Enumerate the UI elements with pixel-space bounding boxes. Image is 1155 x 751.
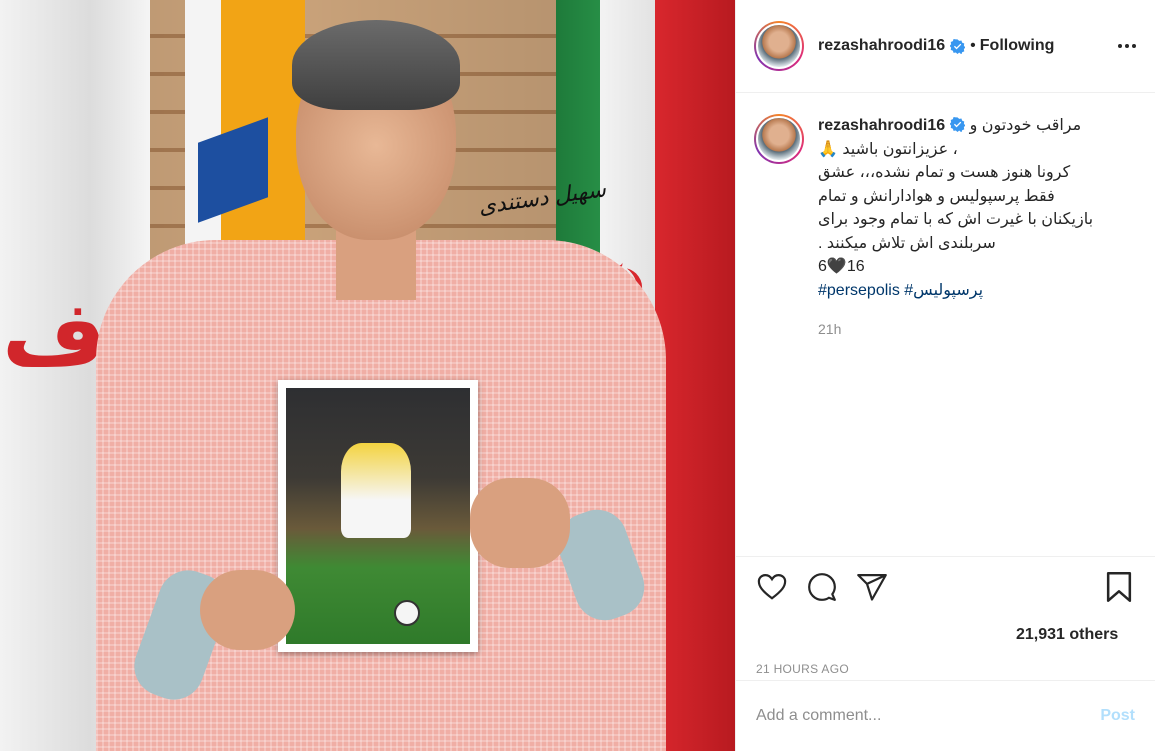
caption: rezashahroodi16 مراقب خودتون و 🙏 عزیزانت… (754, 114, 1137, 342)
caption-hashtags[interactable]: #persepolis #پرسپولیس (818, 279, 1093, 303)
caption-relative-time[interactable]: 21h (818, 318, 1093, 342)
held-football-photo (278, 380, 478, 652)
caption-line: مراقب خودتون و (969, 117, 1082, 134)
caption-line: فقط پرسپولیس و هوادارانش و تمام (818, 187, 1055, 205)
bookmark-icon[interactable] (1103, 571, 1135, 603)
avatar[interactable] (754, 21, 804, 71)
likes-count[interactable]: 21,931 others (1016, 626, 1135, 644)
heart-icon[interactable] (756, 571, 788, 603)
caption-username[interactable]: rezashahroodi16 (818, 117, 945, 134)
share-icon[interactable] (856, 571, 888, 603)
comment-input[interactable] (756, 707, 1101, 725)
following-button[interactable]: Following (980, 37, 1055, 55)
caption-body: rezashahroodi16 مراقب خودتون و 🙏 عزیزانت… (818, 114, 1093, 342)
football-ball (394, 600, 420, 626)
header-separator: • (970, 37, 976, 54)
hair (292, 20, 460, 110)
actions-bar: 21,931 others 21 HOURS AGO (736, 556, 1155, 676)
post-header: rezashahroodi16 • Following (736, 0, 1155, 93)
post-button[interactable]: Post (1100, 707, 1135, 725)
comments-section: rezashahroodi16 مراقب خودتون و 🙏 عزیزانت… (736, 94, 1155, 556)
more-options-icon[interactable] (1115, 34, 1139, 58)
right-hand (470, 478, 570, 568)
verified-badge-icon (950, 38, 966, 54)
caption-line: 6🖤16 (818, 258, 865, 275)
action-icons (756, 571, 1135, 603)
verified-badge-icon (950, 117, 966, 132)
caption-line: بازیکنان با غیرت اش که با تمام وجود برای (818, 211, 1094, 228)
post-side-panel: rezashahroodi16 • Following rezashahrood… (735, 0, 1155, 751)
post-timestamp[interactable]: 21 HOURS AGO (756, 662, 1135, 676)
post-photo[interactable]: ف ☫ سهیل دستندی (0, 0, 735, 751)
caption-line: 🙏 عزیزانتون باشید ، (818, 140, 958, 158)
football-photo-image (286, 388, 470, 644)
caption-line: . سربلندی اش تلاش میکنند (818, 234, 996, 252)
left-hand (200, 570, 295, 650)
comment-box: Post (736, 680, 1155, 751)
comment-icon[interactable] (806, 571, 838, 603)
caption-avatar-image (756, 116, 802, 162)
caption-line: کرونا هنوز هست و تمام نشده،،، عشق (818, 164, 1071, 181)
avatar-image (756, 23, 802, 69)
caption-avatar[interactable] (754, 114, 804, 164)
header-username[interactable]: rezashahroodi16 (818, 37, 945, 55)
football-player (341, 443, 411, 538)
caption-first-line: rezashahroodi16 مراقب خودتون و (818, 114, 1093, 138)
